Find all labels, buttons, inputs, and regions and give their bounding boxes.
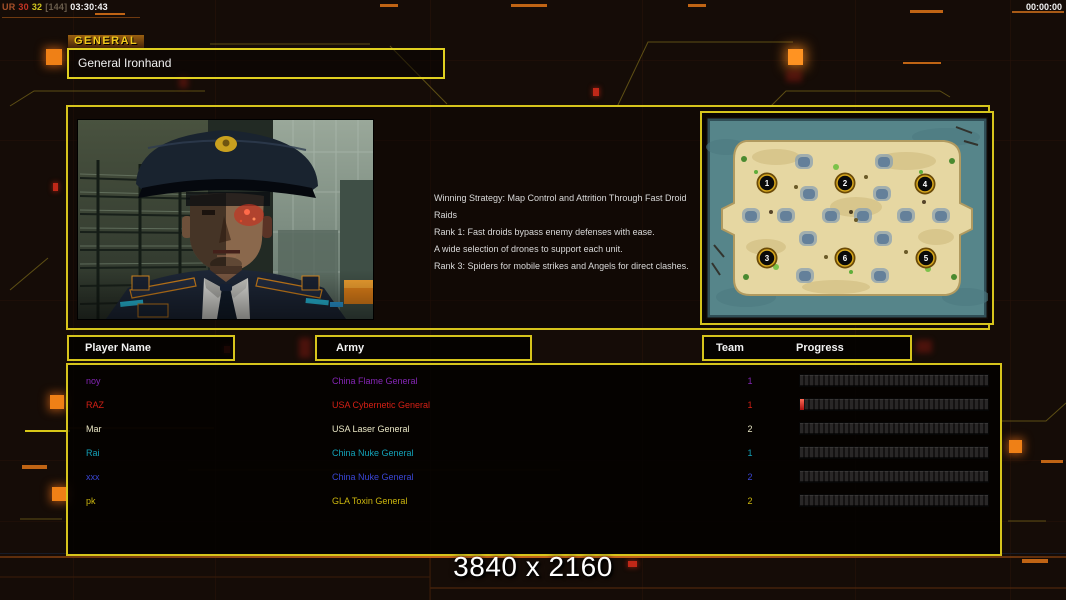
player-army: China Flame General (332, 376, 418, 386)
player-name: RAZ (86, 400, 104, 410)
player-name: noy (86, 376, 101, 386)
start-position-marker: 1 (756, 172, 778, 194)
player-army: China Nuke General (332, 448, 414, 458)
decor-square (916, 340, 932, 353)
general-name-label: General Ironhand (78, 56, 172, 70)
header-player-name-label: Player Name (85, 342, 152, 354)
header-army-label: Army (336, 342, 365, 354)
player-table: noy China Flame General 1 RAZ USA Cybern… (66, 363, 1002, 556)
player-name: Mar (86, 424, 102, 434)
header-progress-label: Progress (796, 342, 844, 354)
player-army: USA Cybernetic General (332, 400, 431, 410)
game-clock: 00:00:00 (1025, 2, 1062, 12)
decor-dash (95, 13, 125, 15)
player-team: 2 (747, 496, 753, 506)
decor-square (46, 49, 62, 65)
loading-screen: { "hud": { "net_label": "UR", "fps": "30… (0, 0, 1066, 600)
svg-text:3: 3 (765, 254, 770, 263)
player-row: Mar USA Laser General 2 (68, 417, 1000, 441)
start-position-marker: 6 (834, 247, 856, 269)
start-position-marker: 2 (834, 172, 856, 194)
decor-square (788, 49, 803, 65)
map-preview-box: 1 2 4 3 6 5 (700, 111, 994, 325)
decor-square (299, 338, 311, 358)
player-row: Rai China Nuke General 1 (68, 441, 1000, 465)
decor-square (786, 70, 802, 82)
player-army: USA Laser General (332, 424, 410, 434)
player-progress-bar (799, 374, 989, 387)
player-progress-bar (799, 398, 989, 411)
decor-square (50, 395, 64, 409)
player-team: 1 (747, 448, 753, 458)
player-name: Rai (86, 448, 100, 458)
strategy-line: Rank 3: Spiders for mobile strikes and A… (434, 261, 689, 271)
strategy-line: Rank 1: Fast droids bypass enemy defense… (434, 227, 655, 237)
map-preview-image: 1 2 4 3 6 5 (706, 117, 988, 319)
svg-text:5: 5 (924, 254, 929, 263)
decor-square (53, 183, 58, 191)
strategy-text: Winning Strategy: Map Control and Attrit… (434, 190, 696, 275)
decor-dash (380, 4, 398, 7)
player-progress-fill (800, 399, 804, 410)
header-player-name: Player Name (67, 335, 235, 361)
decor-square (52, 487, 67, 501)
player-progress-bar (799, 422, 989, 435)
start-position-marker: 3 (756, 247, 778, 269)
player-name: pk (86, 496, 96, 506)
svg-text:1: 1 (765, 179, 770, 188)
player-team: 2 (747, 424, 753, 434)
general-tab: GENERAL (68, 35, 145, 48)
player-progress-bar (799, 470, 989, 483)
tick-counter: 32 (31, 2, 43, 12)
header-team-label: Team (716, 342, 744, 354)
start-position-marker: 5 (915, 247, 937, 269)
fps-counter: 30 (18, 2, 29, 12)
decor-dash (511, 4, 547, 7)
decor-square (1009, 440, 1022, 453)
svg-text:4: 4 (923, 180, 928, 189)
player-team: 2 (747, 472, 753, 482)
frame-counter: [144] (45, 2, 68, 12)
player-name: xxx (86, 472, 100, 482)
player-row: noy China Flame General 1 (68, 369, 1000, 393)
start-position-marker: 4 (914, 173, 936, 195)
net-indicator: UR (2, 2, 16, 12)
session-time: 03:30:43 (70, 2, 108, 12)
strategy-line: A wide selection of drones to support ea… (434, 244, 623, 254)
general-name-box: General Ironhand (67, 48, 445, 79)
strategy-line: Winning Strategy: Map Control and Attrit… (434, 193, 687, 220)
player-progress-bar (799, 446, 989, 459)
decor-dash (910, 10, 943, 13)
decor-dash (22, 465, 47, 469)
player-row: RAZ USA Cybernetic General 1 (68, 393, 1000, 417)
decor-square (593, 88, 599, 96)
player-team: 1 (747, 400, 753, 410)
general-portrait (77, 119, 374, 320)
decor-dash (903, 62, 941, 64)
player-row: xxx China Nuke General 2 (68, 465, 1000, 489)
svg-text:2: 2 (843, 179, 848, 188)
player-row: pk GLA Toxin General 2 (68, 489, 1000, 513)
player-team: 1 (747, 376, 753, 386)
svg-text:6: 6 (843, 254, 848, 263)
hud-divider-line (2, 17, 140, 18)
header-army: Army (315, 335, 532, 361)
debug-readout: UR 30 32 [144] 03:30:43 (2, 2, 111, 12)
decor-dash (688, 4, 706, 7)
decor-dash (1041, 460, 1063, 463)
header-team-progress: Team Progress (702, 335, 912, 361)
player-army: China Nuke General (332, 472, 414, 482)
resolution-label: 3840 x 2160 (453, 551, 613, 582)
player-progress-bar (799, 494, 989, 507)
player-army: GLA Toxin General (332, 496, 408, 506)
